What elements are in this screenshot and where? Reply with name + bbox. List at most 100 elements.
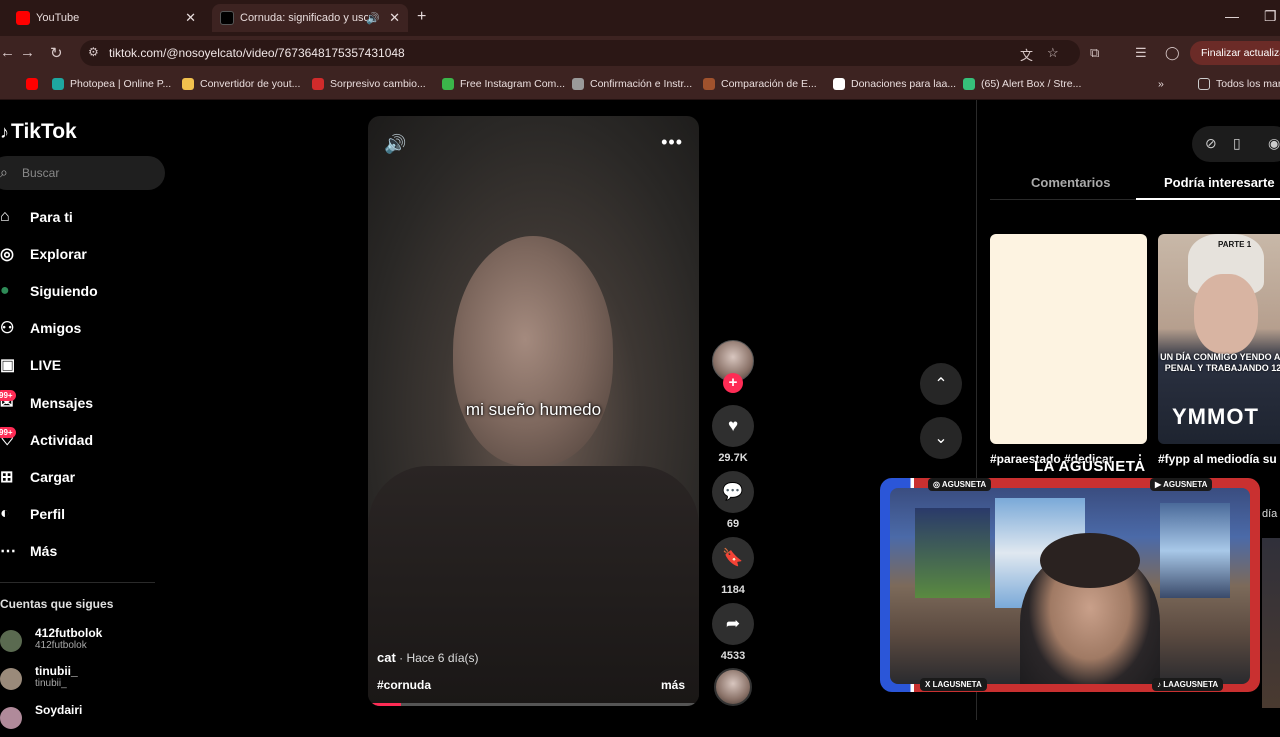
save-count: 1184 bbox=[721, 584, 745, 596]
volume-icon[interactable]: 🔊 bbox=[384, 134, 406, 155]
follow-plus-icon[interactable]: + bbox=[723, 373, 743, 393]
video-hashtag[interactable]: #cornuda bbox=[377, 678, 431, 692]
nav-label: LIVE bbox=[30, 357, 62, 373]
share-action[interactable]: ➦ 4533 bbox=[712, 603, 754, 662]
more-options-icon[interactable]: ••• bbox=[661, 132, 683, 153]
share-icon[interactable]: ➦ bbox=[712, 603, 754, 645]
bookmark-item[interactable]: Free Instagram Com... bbox=[442, 78, 565, 90]
translate-icon[interactable]: 文 bbox=[1020, 45, 1033, 64]
close-tab-icon[interactable]: ✕ bbox=[389, 10, 400, 26]
site-info-icon[interactable]: ⚙ bbox=[88, 45, 99, 59]
minimize-icon[interactable]: — bbox=[1225, 8, 1239, 24]
avatar bbox=[0, 707, 22, 729]
video-author[interactable]: cat bbox=[377, 650, 396, 665]
tag-text: AGUSNETA bbox=[1163, 480, 1208, 489]
back-icon[interactable]: ← bbox=[0, 44, 15, 61]
search-box[interactable]: ⌕ bbox=[0, 156, 165, 190]
account-name: Soydairi bbox=[35, 703, 83, 717]
nav-actividad[interactable]: ♡ 99+ Actividad bbox=[0, 425, 93, 455]
avatar bbox=[0, 668, 22, 690]
nav-mas[interactable]: ⋯ Más bbox=[0, 536, 57, 566]
bookmark-item[interactable]: Photopea | Online P... bbox=[52, 78, 171, 90]
suggested-video-card[interactable] bbox=[990, 234, 1147, 444]
search-input[interactable] bbox=[22, 163, 152, 183]
previous-video-button[interactable]: ⌃ bbox=[920, 363, 962, 405]
bookmark-item[interactable]: Donaciones para laa... bbox=[833, 78, 956, 90]
update-button[interactable]: Finalizar actualiza bbox=[1190, 41, 1280, 65]
suggested-video-card[interactable] bbox=[1262, 538, 1280, 708]
more-description-link[interactable]: más bbox=[661, 678, 685, 692]
tag-text: AGUSNETA bbox=[941, 480, 987, 489]
new-tab-icon[interactable]: + bbox=[417, 8, 426, 26]
extensions-icon[interactable]: ⧉ bbox=[1090, 45, 1099, 61]
bookmark-item[interactable]: (65) Alert Box / Stre... bbox=[963, 78, 1081, 90]
user-avatar-icon[interactable]: ◉ bbox=[1268, 135, 1280, 152]
url-text[interactable]: tiktok.com/@nosoyelcato/video/7673648175… bbox=[109, 46, 405, 60]
suggested-video-card[interactable]: PARTE 1 UN DÍA CONMIGO YENDO AL PENAL Y … bbox=[1158, 234, 1280, 444]
account-handle: tinubii_ bbox=[35, 678, 67, 689]
nav-amigos[interactable]: ⚇ Amigos bbox=[0, 313, 81, 343]
device-icon[interactable]: ▯ bbox=[1233, 135, 1241, 152]
audio-playing-icon[interactable]: 🔊 bbox=[366, 12, 380, 25]
address-bar[interactable]: ⚙ tiktok.com/@nosoyelcato/video/76736481… bbox=[80, 40, 1080, 66]
like-action[interactable]: ♥ 29.7K bbox=[712, 405, 754, 464]
home-icon: ⌂ bbox=[0, 208, 10, 225]
tiktok-logo[interactable]: ♪TikTok bbox=[0, 120, 77, 144]
nav-cargar[interactable]: ⊞ Cargar bbox=[0, 462, 75, 492]
profile-icon[interactable]: ◯ bbox=[1165, 45, 1180, 61]
nav-label: Cargar bbox=[30, 469, 76, 485]
nav-label: Perfil bbox=[30, 506, 66, 522]
bookmark-item[interactable]: Comparación de E... bbox=[703, 78, 817, 90]
bookmark-item[interactable]: Confirmación e Instr... bbox=[572, 78, 692, 90]
tiktok-favicon-icon bbox=[220, 11, 234, 25]
suggested-video-title[interactable]: #fypp al mediodía su bbox=[1158, 452, 1280, 466]
heart-icon[interactable]: ♥ bbox=[712, 405, 754, 447]
bookmark-icon[interactable]: 🔖 bbox=[712, 537, 754, 579]
tag-text: LAAGUSNETA bbox=[1163, 680, 1219, 689]
tab-title: Cornuda: significado y uso bbox=[240, 12, 368, 24]
bookmark-favicon-icon bbox=[963, 78, 975, 90]
next-video-button[interactable]: ⌄ bbox=[920, 417, 962, 459]
tab-podria-interesarte[interactable]: Podría interesarte bbox=[1164, 175, 1275, 190]
comment-icon[interactable]: 💬 bbox=[712, 471, 754, 513]
youtube-bookmark-icon[interactable] bbox=[26, 78, 44, 90]
nav-label: Más bbox=[30, 543, 58, 559]
maximize-icon[interactable]: ❐ bbox=[1264, 8, 1277, 25]
tab-youtube[interactable]: YouTube ✕ bbox=[8, 4, 204, 32]
nav-mensajes[interactable]: ✉ 99+ Mensajes bbox=[0, 388, 93, 418]
nav-siguiendo[interactable]: ● Siguiendo bbox=[0, 276, 98, 306]
coins-icon[interactable]: ⊘ bbox=[1205, 135, 1217, 152]
bookmark-item[interactable]: Todos los mar bbox=[1198, 78, 1280, 90]
nav-label: Amigos bbox=[30, 320, 82, 336]
nav-label: Actividad bbox=[30, 432, 94, 448]
bookmark-item[interactable]: Sorpresivo cambio... bbox=[312, 78, 426, 90]
video-player[interactable]: 🔊 ••• mi sueño humedo cat · Hace 6 día(s… bbox=[368, 116, 699, 706]
nav-label: Explorar bbox=[30, 246, 87, 262]
browser-tab-bar: YouTube ✕ Cornuda: significado y uso 🔊 ✕… bbox=[0, 0, 1280, 36]
save-action[interactable]: 🔖 1184 bbox=[712, 537, 754, 596]
forward-icon[interactable]: → bbox=[20, 44, 35, 61]
bookmark-label: Sorpresivo cambio... bbox=[330, 78, 426, 90]
suggested-video-title[interactable]: día bbox=[1262, 508, 1277, 520]
bookmark-favicon-icon bbox=[833, 78, 845, 90]
video-progress-track[interactable] bbox=[368, 703, 699, 706]
nav-live[interactable]: ▣ LIVE bbox=[0, 350, 61, 380]
nav-para-ti[interactable]: ⌂ Para ti bbox=[0, 202, 73, 232]
tab-comentarios[interactable]: Comentarios bbox=[1031, 175, 1110, 190]
nav-explorar[interactable]: ◎ Explorar bbox=[0, 239, 87, 269]
reading-list-icon[interactable]: ☰ bbox=[1135, 45, 1147, 61]
bookmark-star-icon[interactable]: ☆ bbox=[1047, 45, 1059, 61]
music-disc-avatar[interactable] bbox=[714, 668, 752, 706]
more-bookmarks-icon[interactable]: » bbox=[1158, 78, 1164, 90]
close-tab-icon[interactable]: ✕ bbox=[185, 10, 196, 26]
upload-icon: ⊞ bbox=[0, 469, 14, 486]
nav-perfil[interactable]: ◐ Perfil bbox=[0, 499, 65, 529]
address-toolbar: ← → ↻ ⚙ tiktok.com/@nosoyelcato/video/76… bbox=[0, 36, 1280, 70]
comment-action[interactable]: 💬 69 bbox=[712, 471, 754, 530]
tab-tiktok[interactable]: Cornuda: significado y uso 🔊 ✕ bbox=[212, 4, 408, 32]
bookmark-label: Convertidor de yout... bbox=[200, 78, 301, 90]
reload-icon[interactable]: ↻ bbox=[50, 44, 63, 62]
bookmark-label: (65) Alert Box / Stre... bbox=[981, 78, 1082, 90]
nav-label: Para ti bbox=[30, 209, 73, 225]
bookmark-item[interactable]: Convertidor de yout... bbox=[182, 78, 300, 90]
